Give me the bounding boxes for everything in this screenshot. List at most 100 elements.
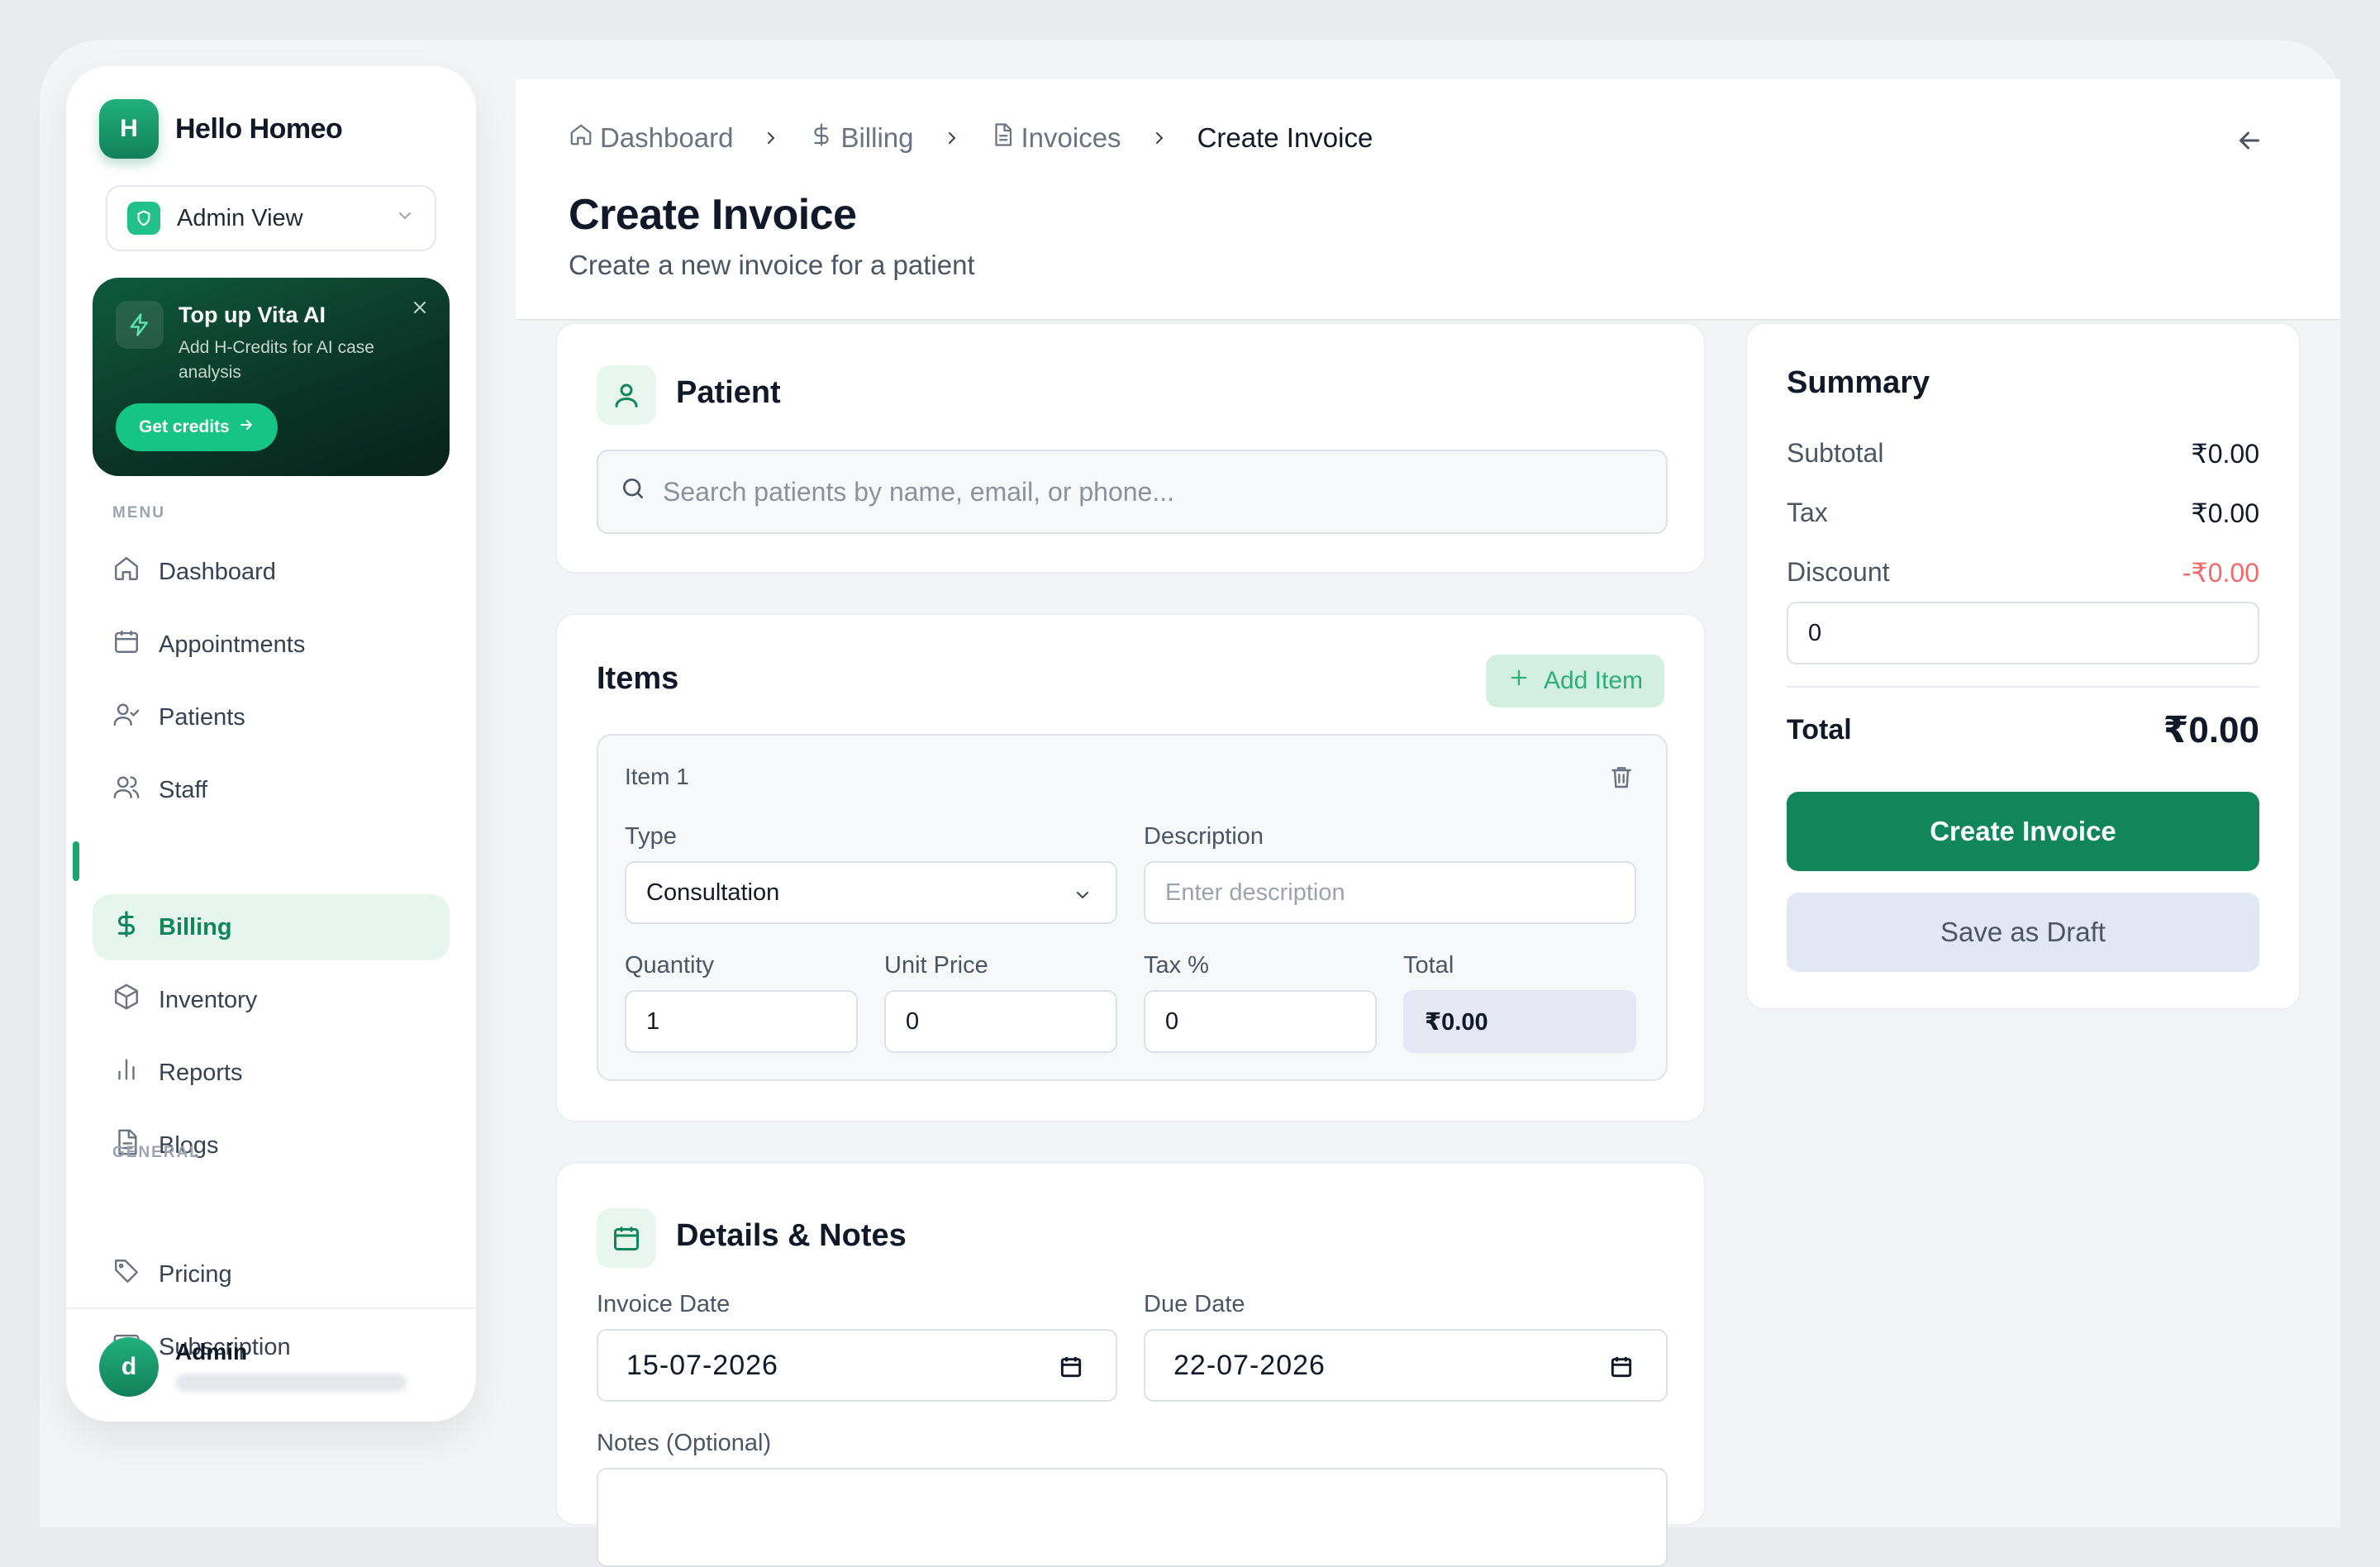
chevron-down-icon [1073, 884, 1092, 912]
type-select[interactable]: Consultation [625, 861, 1117, 924]
search-icon [620, 475, 646, 508]
quantity-input[interactable]: 1 [625, 990, 858, 1053]
search-placeholder: Search patients by name, email, or phone… [663, 476, 1175, 507]
chevron-right-icon [1150, 128, 1169, 148]
create-invoice-button[interactable]: Create Invoice [1787, 792, 2259, 871]
plus-icon [1507, 666, 1530, 696]
sidebar-item-appointments[interactable]: Appointments [93, 612, 450, 678]
sidebar-item-dashboard[interactable]: Dashboard [93, 539, 450, 605]
dollar-icon [112, 910, 140, 945]
subtotal-value: ₹0.00 [2191, 439, 2259, 469]
avatar: d [99, 1337, 159, 1397]
promo-title: Top up Vita AI [178, 302, 326, 327]
promo-card: Top up Vita AI Add H-Credits for AI case… [93, 278, 450, 476]
breadcrumb-billing[interactable]: Billing [809, 122, 914, 154]
menu-label: MENU [112, 504, 165, 522]
page-subtitle: Create a new invoice for a patient [569, 250, 975, 280]
discount-input[interactable]: 0 [1787, 602, 2259, 664]
brand-name: Hello Homeo [175, 112, 343, 145]
breadcrumb-invoices[interactable]: Invoices [990, 122, 1121, 154]
tax-value: ₹0.00 [2191, 498, 2259, 528]
tax-row: Tax ₹0.00 [1787, 498, 2259, 528]
sidebar-item-staff[interactable]: Staff [93, 757, 450, 823]
notes-textarea[interactable] [597, 1468, 1668, 1567]
sidebar-item-reports[interactable]: Reports [93, 1040, 450, 1106]
lightning-icon [116, 301, 164, 349]
view-select[interactable]: Admin View [106, 185, 436, 251]
get-credits-label: Get credits [139, 417, 230, 436]
general-label: GENERAL [112, 1144, 201, 1161]
divider [1787, 686, 2259, 688]
page-header: Dashboard Billing Invoices Create Invoic… [516, 79, 2340, 321]
patient-card: Patient Search patients by name, email, … [555, 322, 1706, 574]
due-date-input[interactable]: 22-07-2026 [1144, 1329, 1668, 1402]
discount-value: -₹0.00 [2182, 558, 2259, 588]
invoice-date-input[interactable]: 15-07-2026 [597, 1329, 1117, 1402]
invoice-date-label: Invoice Date [597, 1291, 731, 1317]
view-select-value: Admin View [177, 204, 303, 231]
brand-logo: H [99, 99, 159, 159]
description-label: Description [1144, 823, 1264, 850]
patient-search-input[interactable]: Search patients by name, email, or phone… [597, 450, 1668, 534]
bar-chart-icon [112, 1055, 140, 1090]
summary-title: Summary [1787, 365, 1930, 400]
back-arrow-icon[interactable] [2235, 126, 2264, 160]
sidebar-item-billing[interactable]: Billing [93, 894, 450, 960]
item-name: Item 1 [625, 764, 689, 789]
chevron-right-icon [942, 128, 962, 148]
user-icon [597, 365, 656, 425]
user-email-blurred [175, 1374, 407, 1392]
due-date-label: Due Date [1144, 1291, 1245, 1317]
chevron-right-icon [761, 128, 781, 148]
users-icon [112, 773, 140, 807]
shield-icon [127, 202, 160, 235]
details-card: Details & Notes Invoice Date 15-07-2026 … [555, 1162, 1706, 1567]
sidebar-item-patients[interactable]: Patients [93, 684, 450, 750]
breadcrumb-current: Create Invoice [1197, 122, 1373, 153]
details-title: Details & Notes [676, 1218, 907, 1253]
sidebar-item-inventory[interactable]: Inventory [93, 967, 450, 1033]
sidebar-item-pricing[interactable]: Pricing [93, 1241, 450, 1307]
calendar-icon [597, 1208, 656, 1268]
calendar-icon [112, 627, 140, 662]
items-card: Items Add Item Item 1 Type Consultation … [555, 613, 1706, 1122]
user-profile[interactable]: d Admin [66, 1307, 476, 1422]
quantity-label: Quantity [625, 952, 714, 979]
promo-subtitle: Add H-Credits for AI case analysis [178, 338, 374, 382]
total-value: ₹0.00 [2163, 710, 2259, 750]
unit-price-input[interactable]: 0 [884, 990, 1117, 1053]
description-input[interactable]: Enter description [1144, 861, 1636, 924]
save-draft-button[interactable]: Save as Draft [1787, 893, 2259, 972]
user-name: Admin [175, 1339, 248, 1365]
dollar-icon [809, 122, 834, 154]
box-icon [112, 983, 140, 1017]
get-credits-button[interactable]: Get credits [116, 403, 278, 451]
unit-price-label: Unit Price [884, 952, 988, 979]
sidebar: H Hello Homeo Admin View Top up Vita AI … [66, 66, 476, 1422]
notes-label: Notes (Optional) [597, 1430, 772, 1456]
calendar-icon[interactable] [1058, 1354, 1084, 1388]
total-label: Total [1403, 952, 1454, 979]
active-indicator [73, 841, 79, 881]
subtotal-row: Subtotal ₹0.00 [1787, 438, 2259, 469]
page-title: Create Invoice [569, 191, 857, 239]
breadcrumb-dashboard[interactable]: Dashboard [569, 122, 733, 154]
close-icon[interactable] [410, 298, 430, 321]
patient-title: Patient [676, 375, 781, 410]
user-check-icon [112, 700, 140, 735]
tax-label: Tax % [1144, 952, 1209, 979]
tag-icon [112, 1257, 140, 1292]
file-icon [990, 122, 1015, 154]
trash-icon[interactable] [1608, 764, 1635, 794]
add-item-label: Add Item [1543, 667, 1643, 694]
breadcrumb: Dashboard Billing Invoices Create Invoic… [569, 122, 1373, 154]
items-title: Items [597, 661, 679, 696]
add-item-button[interactable]: Add Item [1485, 655, 1664, 707]
brand[interactable]: H Hello Homeo [99, 99, 343, 159]
calendar-icon[interactable] [1608, 1354, 1635, 1388]
discount-row: Discount -₹0.00 [1787, 557, 2259, 588]
type-label: Type [625, 823, 677, 850]
chevron-down-icon [395, 205, 415, 232]
summary-card: Summary Subtotal ₹0.00 Tax ₹0.00 Discoun… [1745, 322, 2301, 1010]
tax-input[interactable]: 0 [1144, 990, 1377, 1053]
